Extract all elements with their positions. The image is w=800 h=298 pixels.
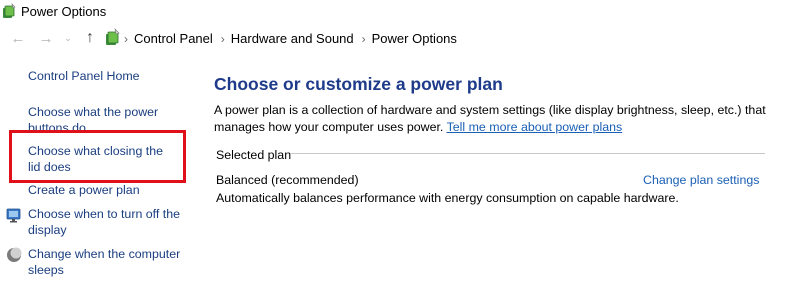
plan-name: Balanced (recommended)	[216, 173, 359, 187]
sidebar-item-create-plan[interactable]: Create a power plan	[28, 182, 140, 198]
control-panel-home-link[interactable]: Control Panel Home	[28, 68, 140, 84]
window-title: Power Options	[21, 4, 107, 19]
title-bar: Power Options	[0, 0, 800, 24]
arrow-right-icon: →	[38, 29, 54, 47]
forward-button[interactable]: →	[36, 28, 56, 48]
divider	[290, 153, 765, 154]
sidebar-item-computer-sleeps[interactable]: Change when the computer sleeps	[28, 246, 188, 278]
learn-more-link[interactable]: Tell me more about power plans	[447, 120, 623, 134]
arrow-left-icon: ←	[10, 29, 26, 47]
power-options-icon	[3, 3, 16, 18]
back-button[interactable]: ←	[8, 28, 28, 48]
highlight-annotation	[9, 130, 186, 183]
change-plan-settings-link[interactable]: Change plan settings	[643, 173, 759, 187]
breadcrumb: › Control Panel › Hardware and Sound › P…	[124, 31, 465, 46]
page-description: A power plan is a collection of hardware…	[214, 102, 784, 136]
page-title: Choose or customize a power plan	[214, 74, 503, 94]
breadcrumb-power-options[interactable]: Power Options	[372, 31, 457, 46]
selected-plan-label: Selected plan	[216, 148, 292, 162]
chevron-right-icon[interactable]: ›	[362, 32, 366, 46]
breadcrumb-hardware-and-sound[interactable]: Hardware and Sound	[231, 31, 354, 46]
breadcrumb-control-panel[interactable]: Control Panel	[134, 31, 213, 46]
display-shield-icon	[6, 208, 21, 223]
chevron-right-icon: ›	[124, 31, 128, 46]
chevron-down-icon: ⌄	[64, 32, 72, 43]
chevron-right-icon[interactable]: ›	[221, 32, 225, 46]
arrow-up-icon: ↑	[86, 29, 94, 46]
plan-description: Automatically balances performance with …	[216, 191, 679, 205]
control-panel-icon	[106, 28, 120, 45]
navigation-bar: ← → ⌄ ↑ › Control Panel › Hardware and S…	[0, 24, 800, 54]
sidebar-item-turn-off-display[interactable]: Choose when to turn off the display	[28, 206, 188, 238]
recent-locations-button[interactable]: ⌄	[62, 28, 74, 48]
sleep-moon-icon	[7, 247, 22, 262]
up-button[interactable]: ↑	[80, 28, 100, 48]
